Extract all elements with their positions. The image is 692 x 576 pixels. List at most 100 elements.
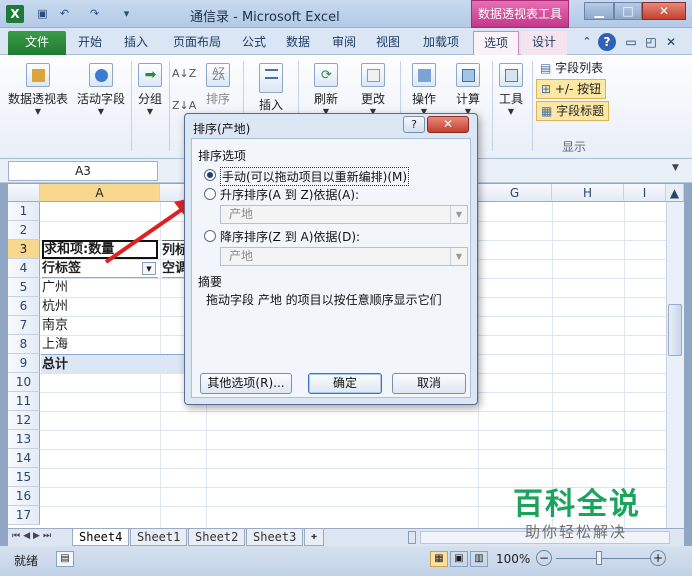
row-header[interactable]: 17 bbox=[8, 506, 40, 525]
calculations-button[interactable]: 计算 ▼ bbox=[448, 63, 488, 116]
column-header-i[interactable]: I bbox=[624, 184, 666, 202]
sheet-tab-sheet2[interactable]: Sheet2 bbox=[188, 529, 246, 546]
tab-addins[interactable]: 加载项 bbox=[416, 31, 466, 55]
tab-view[interactable]: 视图 bbox=[368, 31, 408, 55]
vertical-scroll-thumb[interactable] bbox=[668, 304, 682, 356]
row-header[interactable]: 14 bbox=[8, 449, 40, 468]
radio-ascending[interactable] bbox=[204, 188, 216, 200]
doc-close-icon[interactable]: ✕ bbox=[664, 31, 678, 55]
change-source-button[interactable]: 更改 ▼ bbox=[352, 63, 394, 116]
field-list-button[interactable]: ▤ 字段列表 bbox=[536, 59, 607, 79]
field-headers-toggle[interactable]: ▦ 字段标题 bbox=[536, 101, 610, 121]
radio-descending[interactable] bbox=[204, 230, 216, 242]
excel-app-icon[interactable]: X bbox=[6, 5, 24, 23]
tab-data[interactable]: 数据 bbox=[280, 31, 316, 55]
show-group-label: 显示 bbox=[562, 140, 587, 154]
vertical-scrollbar[interactable] bbox=[666, 202, 684, 528]
row-header[interactable]: 10 bbox=[8, 373, 40, 392]
grand-total-cell[interactable]: 总计 bbox=[41, 354, 207, 373]
radio-manual[interactable] bbox=[204, 169, 216, 181]
zoom-slider-thumb[interactable] bbox=[596, 551, 602, 565]
tab-file[interactable]: 文件 bbox=[8, 31, 66, 55]
zoom-out-icon[interactable]: − bbox=[536, 550, 552, 566]
row-header[interactable]: 3 bbox=[8, 240, 40, 259]
row-header[interactable]: 16 bbox=[8, 487, 40, 506]
page-layout-view-icon[interactable]: ▣ bbox=[450, 551, 468, 567]
tab-page-layout[interactable]: 页面布局 bbox=[166, 31, 228, 55]
row-header[interactable]: 8 bbox=[8, 335, 40, 354]
macro-record-icon[interactable]: ▤ bbox=[56, 551, 74, 567]
pivot-table-button[interactable]: 数据透视表 ▼ bbox=[6, 63, 70, 116]
row-header[interactable]: 1 bbox=[8, 202, 40, 221]
plus-minus-buttons-toggle[interactable]: ⊞ +/- 按钮 bbox=[536, 79, 607, 99]
tab-design[interactable]: 设计 bbox=[521, 31, 567, 55]
tab-options[interactable]: 选项 bbox=[473, 31, 519, 55]
dialog-close-icon[interactable]: ✕ bbox=[427, 116, 469, 133]
sheet-tab-sheet3[interactable]: Sheet3 bbox=[246, 529, 304, 546]
row-item-cell[interactable]: 杭州 bbox=[42, 297, 158, 316]
sheet-tab-sheet4[interactable]: Sheet4 bbox=[72, 529, 130, 546]
row-item-cell[interactable]: 广州 bbox=[42, 278, 158, 297]
sort-dialog: 排序(产地) ? ✕ 排序选项 手动(可以拖动项目以重新编排)(M) 升序排序(… bbox=[184, 113, 478, 405]
actions-button[interactable]: 操作 ▼ bbox=[404, 63, 444, 116]
undo-icon[interactable]: ↶ bbox=[56, 5, 73, 22]
tab-review[interactable]: 审阅 bbox=[324, 31, 364, 55]
sort-za-icon[interactable]: Z↓A bbox=[172, 99, 196, 112]
tab-split-handle[interactable] bbox=[408, 531, 416, 544]
customize-qat-icon[interactable]: ▾ bbox=[118, 5, 135, 22]
expand-formula-icon[interactable]: ▼ bbox=[672, 163, 679, 173]
doc-minimize-icon[interactable]: ▭ bbox=[624, 31, 638, 55]
row-header[interactable]: 7 bbox=[8, 316, 40, 335]
sort-az-icon[interactable]: A↓Z bbox=[172, 67, 196, 80]
zoom-in-icon[interactable]: + bbox=[650, 550, 666, 566]
tab-insert[interactable]: 插入 bbox=[116, 31, 156, 55]
page-break-view-icon[interactable]: ▥ bbox=[470, 551, 488, 567]
active-field-button[interactable]: 活动字段 ▼ bbox=[72, 63, 130, 116]
maximize-icon[interactable]: □ bbox=[614, 2, 642, 20]
normal-view-icon[interactable]: ▦ bbox=[430, 551, 448, 567]
refresh-button[interactable]: ⟳ 刷新 ▼ bbox=[306, 63, 346, 116]
descending-field-select[interactable]: 产地 ▼ bbox=[220, 247, 468, 266]
select-all-corner[interactable] bbox=[8, 184, 40, 202]
row-header[interactable]: 6 bbox=[8, 297, 40, 316]
radio-manual-label[interactable]: 手动(可以拖动项目以重新编排)(M) bbox=[220, 167, 410, 186]
zoom-level[interactable]: 100% bbox=[496, 552, 530, 566]
column-header-h[interactable]: H bbox=[552, 184, 624, 202]
row-item-cell[interactable]: 南京 bbox=[42, 316, 158, 335]
redo-icon[interactable]: ↷ bbox=[86, 5, 103, 22]
row-header[interactable]: 5 bbox=[8, 278, 40, 297]
insert-sheet-icon[interactable]: ✚ bbox=[304, 529, 325, 546]
column-header-g[interactable]: G bbox=[478, 184, 552, 202]
ascending-field-select[interactable]: 产地 ▼ bbox=[220, 205, 468, 224]
row-header[interactable]: 12 bbox=[8, 411, 40, 430]
row-header[interactable]: 13 bbox=[8, 430, 40, 449]
zoom-slider-track[interactable] bbox=[556, 558, 650, 559]
tools-button[interactable]: 工具 ▼ bbox=[494, 63, 528, 116]
sheet-nav-arrows-icon[interactable]: ⏮◀▶⏭ bbox=[12, 531, 54, 541]
row-header[interactable]: 2 bbox=[8, 221, 40, 240]
help-icon[interactable]: ? bbox=[598, 33, 616, 51]
scroll-up-icon[interactable]: ▲ bbox=[666, 184, 684, 202]
dialog-help-icon[interactable]: ? bbox=[403, 116, 425, 133]
tab-formulas[interactable]: 公式 bbox=[236, 31, 272, 55]
name-box[interactable]: A3 bbox=[8, 161, 158, 181]
group-button[interactable]: ➡ 分组 ▼ bbox=[134, 63, 166, 116]
ok-button[interactable]: 确定 bbox=[308, 373, 382, 394]
radio-ascending-label[interactable]: 升序排序(A 到 Z)依据(A): bbox=[220, 186, 359, 203]
row-header[interactable]: 4 bbox=[8, 259, 40, 278]
doc-restore-icon[interactable]: ◰ bbox=[644, 31, 658, 55]
minimize-ribbon-icon[interactable]: ⌃ bbox=[580, 31, 594, 55]
close-icon[interactable]: ✕ bbox=[642, 2, 686, 20]
sort-button[interactable]: AZ ZA 排序 bbox=[200, 63, 236, 107]
save-icon[interactable]: ▣ bbox=[34, 5, 51, 22]
row-header[interactable]: 11 bbox=[8, 392, 40, 411]
cancel-button[interactable]: 取消 bbox=[392, 373, 466, 394]
row-header[interactable]: 15 bbox=[8, 468, 40, 487]
radio-descending-label[interactable]: 降序排序(Z 到 A)依据(D): bbox=[220, 228, 360, 245]
tab-home[interactable]: 开始 bbox=[70, 31, 110, 55]
row-item-cell[interactable]: 上海 bbox=[42, 335, 158, 354]
more-options-button[interactable]: 其他选项(R)... bbox=[200, 373, 292, 394]
minimize-icon[interactable]: ▁ bbox=[584, 2, 614, 20]
sheet-tab-sheet1[interactable]: Sheet1 bbox=[130, 529, 188, 546]
row-header[interactable]: 9 bbox=[8, 354, 40, 373]
